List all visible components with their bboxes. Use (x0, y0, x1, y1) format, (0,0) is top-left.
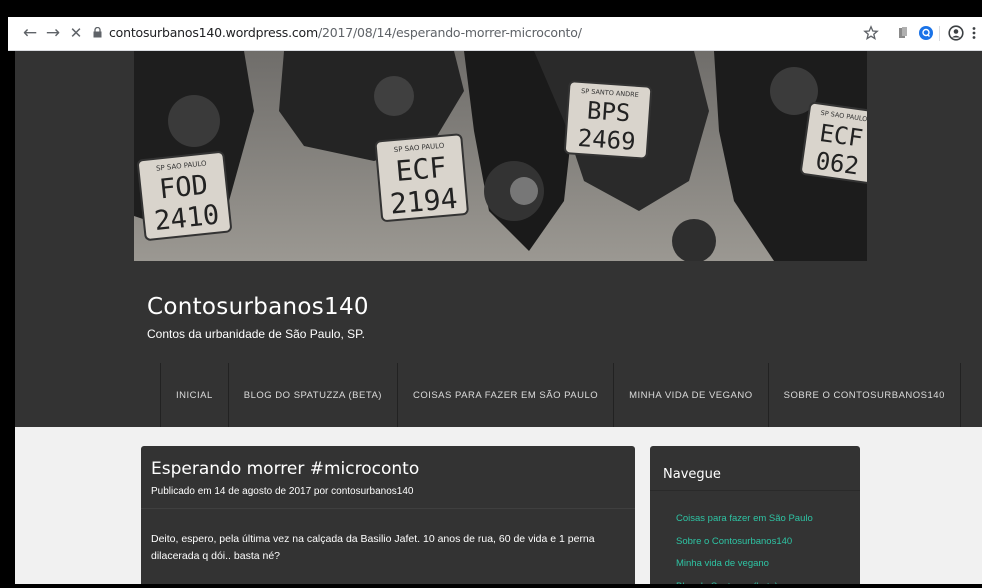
plate-3-line-2: 2469 (577, 124, 637, 156)
post-article: Esperando morrer #microconto Publicado e… (141, 446, 635, 584)
nav-item-vida-de-vegano[interactable]: Minha vida de vegano (614, 363, 769, 427)
browser-toolbar: ← → ✕ contosurbanos140.wordpress.com/201… (8, 17, 982, 51)
kebab-menu-icon[interactable] (970, 25, 978, 41)
toolbar-divider (939, 26, 940, 41)
site-header: SP SAO PAULO FOD 2410 SP SAO PAULO ECF 2… (15, 51, 982, 427)
extension-icon[interactable] (895, 25, 911, 41)
post-title[interactable]: Esperando morrer #microconto (151, 459, 419, 479)
header-photo: SP SAO PAULO FOD 2410 SP SAO PAULO ECF 2… (134, 51, 867, 261)
nav-item-coisas-para-fazer[interactable]: Coisas para fazer em São Paulo (398, 363, 615, 427)
sidebar-widget: Navegue Coisas para fazer em São Paulo S… (650, 446, 860, 584)
sidebar-link-blog-spatuzza[interactable]: Blog do Spatuzza (beta) (676, 576, 813, 585)
back-arrow-icon[interactable]: ← (20, 23, 40, 43)
widget-title: Navegue (663, 467, 721, 482)
site-description: Contos da urbanidade de São Paulo, SP. (147, 327, 365, 341)
post-meta-by: por (313, 486, 329, 497)
main-navigation: Inicial Blog do Spatuzza (beta) Coisas p… (160, 363, 961, 427)
post-date[interactable]: 14 de agosto de 2017 (214, 486, 311, 497)
plate-1-line-1: FOD (158, 170, 210, 206)
url-text: contosurbanos140.wordpress.com/2017/08/1… (109, 25, 582, 40)
post-meta: Publicado em 14 de agosto de 2017 por co… (151, 486, 413, 497)
star-icon[interactable] (863, 25, 879, 41)
sidebar-link-coisas-para-fazer[interactable]: Coisas para fazer em São Paulo (676, 508, 813, 531)
plate-4-line-2: 062 (814, 147, 861, 181)
account-icon[interactable] (948, 25, 964, 41)
forward-arrow-icon[interactable]: → (43, 23, 63, 43)
profile-icon[interactable] (918, 25, 934, 41)
address-bar[interactable]: contosurbanos140.wordpress.com/2017/08/1… (93, 22, 863, 44)
lock-icon (93, 27, 102, 38)
url-path: /2017/08/14/esperando-morrer-microconto/ (317, 25, 582, 40)
post-body: Deito, espero, pela última vez na calçad… (151, 533, 595, 562)
post-author[interactable]: contosurbanos140 (331, 486, 413, 497)
nav-item-inicial[interactable]: Inicial (161, 363, 229, 427)
widget-links: Coisas para fazer em São Paulo Sobre o C… (676, 508, 813, 584)
widget-divider (650, 490, 860, 491)
nav-item-sobre[interactable]: Sobre o Contosurbanos140 (769, 363, 961, 427)
plate-2-line-2: 2194 (389, 182, 459, 221)
post-divider (141, 508, 635, 509)
plate-3-line-1: BPS (586, 96, 631, 127)
sidebar-link-vida-de-vegano[interactable]: Minha vida de vegano (676, 553, 813, 576)
web-page: SP SAO PAULO FOD 2410 SP SAO PAULO ECF 2… (15, 51, 982, 584)
header-image: SP SAO PAULO FOD 2410 SP SAO PAULO ECF 2… (134, 51, 867, 261)
url-host: contosurbanos140.wordpress.com (109, 25, 318, 40)
sidebar-link-sobre[interactable]: Sobre o Contosurbanos140 (676, 531, 813, 554)
site-title[interactable]: Contosurbanos140 (147, 294, 369, 320)
nav-item-blog-spatuzza[interactable]: Blog do Spatuzza (beta) (229, 363, 398, 427)
post-meta-prefix: Publicado em (151, 486, 212, 497)
close-icon[interactable]: ✕ (66, 23, 86, 43)
